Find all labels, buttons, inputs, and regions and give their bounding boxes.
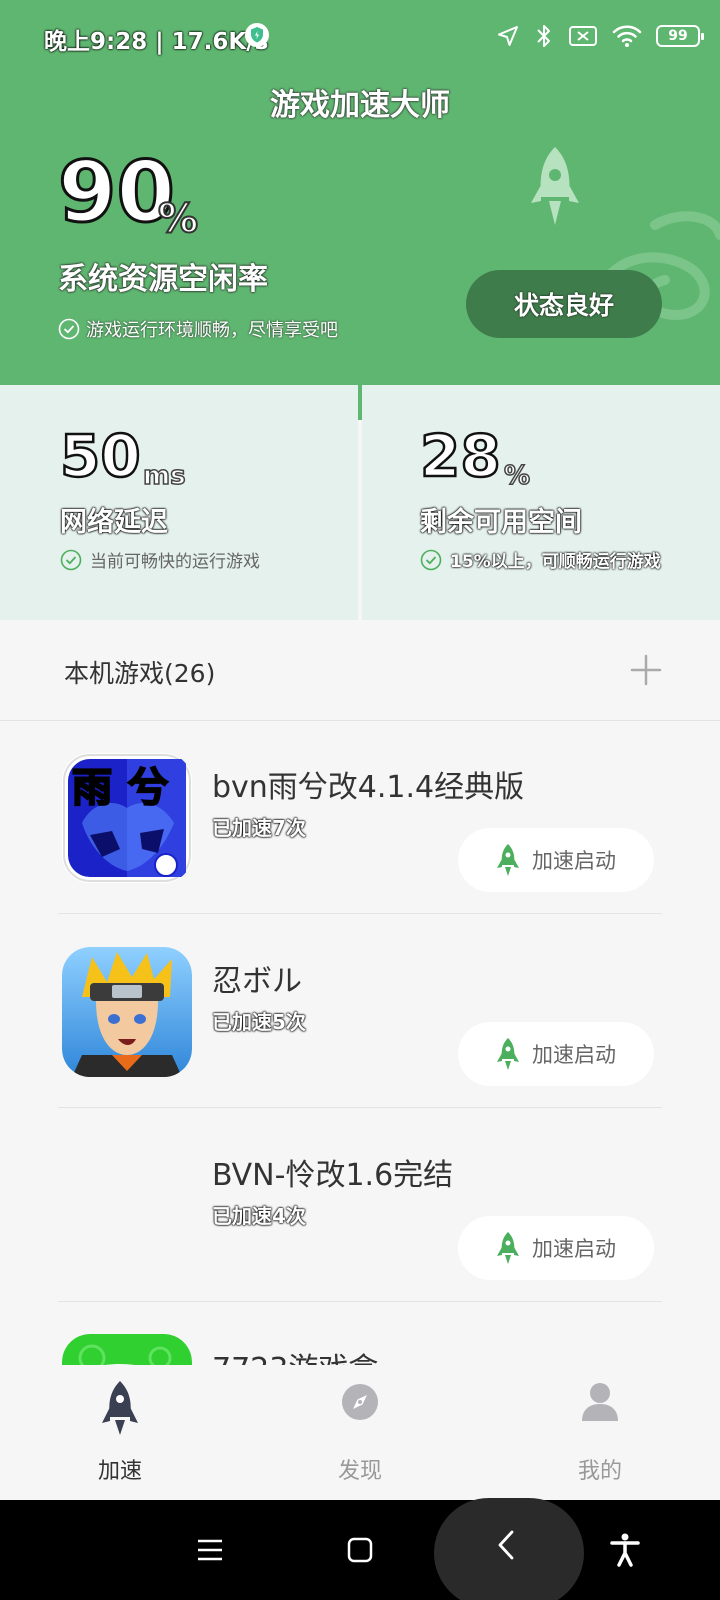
bvn-yuxi-icon[interactable]: 雨 兮	[62, 753, 192, 883]
nav-boost-tab[interactable]: 加速	[20, 1365, 220, 1500]
bluetooth-icon	[537, 25, 550, 47]
accessibility-button[interactable]	[600, 1500, 650, 1600]
game-name: 忍ボル	[212, 964, 302, 999]
latency-hint-text: 当前可畅快的运行游戏	[90, 552, 260, 572]
person-icon	[582, 1383, 618, 1421]
location-icon	[498, 26, 518, 46]
storage-unit: %	[503, 460, 531, 492]
idle-rate-label: 系统资源空闲率	[58, 262, 268, 297]
boost-launch-button[interactable]: 加速启动	[458, 1022, 654, 1086]
compass-icon	[342, 1384, 378, 1420]
home-button[interactable]	[330, 1500, 390, 1600]
boost-launch-label: 加速启动	[532, 1237, 616, 1261]
game-list-item[interactable]: BVN-怜改1.6完结 已加速4次 加速启动	[0, 1108, 720, 1302]
local-games-header: 本机游戏(26)	[0, 620, 720, 721]
idle-hint: 游戏运行环境顺畅，尽情享受吧	[58, 316, 338, 342]
shield-icon	[245, 23, 269, 47]
game-list-item[interactable]: 忍ボル 已加速5次 加速启动	[0, 914, 720, 1108]
add-game-button[interactable]	[628, 652, 664, 688]
status-time-speed: 晚上9:28 | 17.6K/s	[44, 29, 269, 55]
app-screen: 晚上9:28 | 17.6K/s 99 游戏加速大师 90 % 系统资源空闲率 …	[0, 0, 720, 1600]
local-games-title: 本机游戏(26)	[64, 659, 216, 688]
back-button[interactable]	[434, 1498, 584, 1600]
blank-icon[interactable]	[62, 1141, 192, 1271]
idle-hint-text: 游戏运行环境顺畅，尽情享受吧	[86, 320, 338, 341]
nav-mine-label: 我的	[577, 1459, 622, 1484]
storage-card: 28 % 剩余可用空间 15%以上，可顺畅运行游戏	[362, 385, 720, 620]
game-list-item[interactable]: 雨 兮 bvn雨兮改4.1.4经典版 已加速7次 加速启动	[0, 720, 720, 914]
game-boost-count: 已加速5次	[212, 1010, 306, 1034]
naruto-icon[interactable]	[62, 947, 192, 1077]
rocket-icon	[102, 1381, 138, 1435]
storage-hint: 15%以上，可顺畅运行游戏	[420, 547, 661, 572]
wifi-icon	[612, 25, 642, 47]
rocket-icon	[497, 1038, 519, 1070]
sim-off-icon	[569, 26, 597, 46]
game-name: bvn雨兮改4.1.4经典版	[212, 770, 525, 805]
battery-indicator: 99	[656, 25, 704, 47]
svg-text:兮: 兮	[128, 765, 168, 811]
nav-boost-label: 加速	[97, 1459, 142, 1484]
storage-label: 剩余可用空间	[420, 507, 582, 538]
nav-discover-tab[interactable]: 发现	[260, 1365, 460, 1500]
app-title: 游戏加速大师	[270, 88, 450, 123]
game-name: BVN-怜改1.6完结	[212, 1158, 454, 1193]
stats-panel: 50 ms 网络延迟 当前可畅快的运行游戏 28 % 剩余可用空间 15%以上，…	[0, 385, 720, 620]
check-circle-icon	[420, 549, 442, 570]
latency-value: 50	[59, 422, 142, 490]
boost-launch-button[interactable]: 加速启动	[458, 828, 654, 892]
boost-launch-label: 加速启动	[532, 1043, 616, 1067]
latency-label: 网络延迟	[60, 507, 168, 538]
latency-unit: ms	[142, 460, 186, 492]
check-circle-icon	[60, 549, 82, 570]
rocket-icon	[497, 844, 519, 876]
latency-hint: 当前可畅快的运行游戏	[60, 547, 260, 572]
boost-launch-label: 加速启动	[532, 849, 616, 873]
latency-card: 50 ms 网络延迟 当前可畅快的运行游戏	[0, 385, 358, 620]
header-panel: 晚上9:28 | 17.6K/s 99 游戏加速大师 90 % 系统资源空闲率 …	[0, 0, 720, 420]
svg-text:雨: 雨	[72, 765, 112, 811]
status-icons: 99	[496, 22, 704, 50]
menu-button[interactable]	[180, 1500, 240, 1600]
menu-icon	[198, 1539, 222, 1561]
accessibility-icon	[610, 1533, 640, 1567]
status-bar: 晚上9:28 | 17.6K/s 99	[0, 0, 720, 72]
rocket-icon	[497, 1232, 519, 1264]
bottom-navigation: 加速 发现 我的	[0, 1364, 720, 1500]
idle-rate-unit: %	[157, 195, 199, 243]
nav-mine-tab[interactable]: 我的	[500, 1365, 700, 1500]
battery-level: 99	[668, 28, 688, 44]
game-boost-count: 已加速7次	[212, 816, 306, 840]
storage-value: 28	[419, 422, 502, 490]
home-square-icon	[347, 1537, 373, 1563]
nav-discover-label: 发现	[337, 1459, 382, 1484]
storage-hint-text: 15%以上，可顺畅运行游戏	[450, 552, 661, 572]
back-chevron-icon	[498, 1530, 514, 1560]
game-boost-count: 已加速4次	[212, 1204, 306, 1228]
check-circle-icon	[58, 318, 80, 340]
boost-launch-button[interactable]: 加速启动	[458, 1216, 654, 1280]
rocket-icon	[531, 147, 579, 225]
status-good-button[interactable]: 状态良好	[466, 270, 662, 338]
